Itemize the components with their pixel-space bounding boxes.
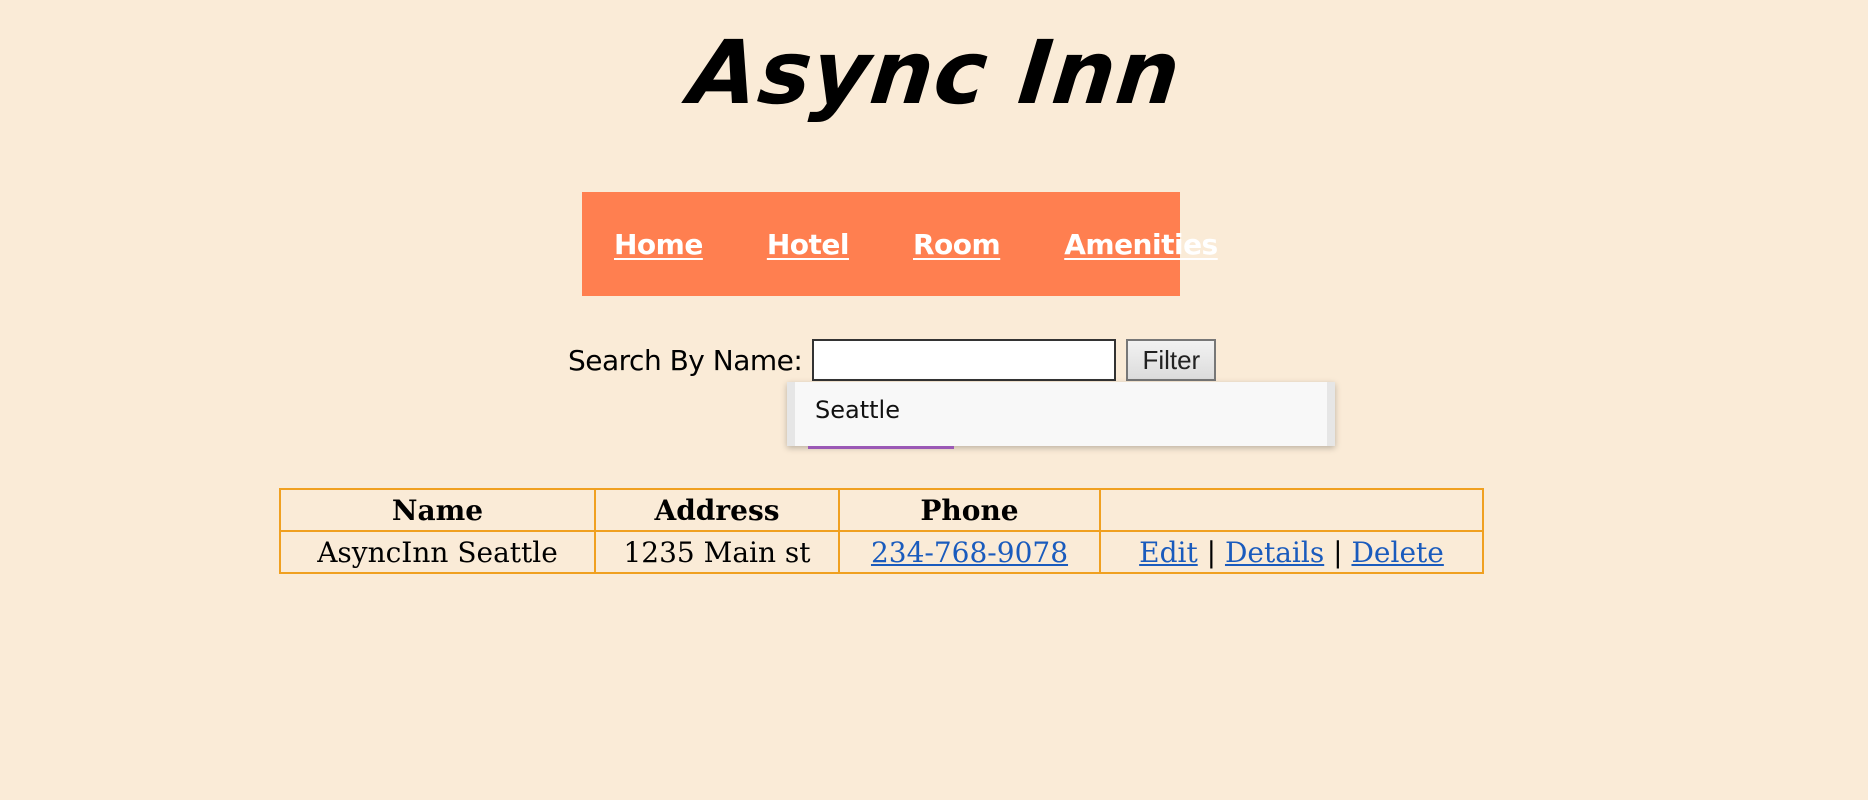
column-header-phone: Phone [838,488,1101,532]
actions-cell: Edit | Details | Delete [1099,530,1484,574]
details-link[interactable]: Details [1225,536,1324,569]
column-header-actions [1099,488,1484,532]
phone-link[interactable]: 234-768-9078 [871,536,1068,569]
delete-link[interactable]: Delete [1351,536,1443,569]
nav-link-home[interactable]: Home [614,228,703,261]
table-header-row: Name Address Phone [279,488,1484,532]
column-header-name: Name [279,488,596,532]
edit-link[interactable]: Edit [1139,536,1198,569]
main-nav: Home Hotel Room Amenities [582,192,1218,296]
link-underline-fragment [808,446,954,449]
hotel-address-cell: 1235 Main st [594,530,840,574]
search-form: Search By Name: Filter [568,338,1217,382]
nav-link-room[interactable]: Room [913,228,1001,261]
column-header-address: Address [594,488,840,532]
site-title: Async Inn [684,21,1186,124]
hotels-table: Name Address Phone AsyncInn Seattle 1235… [279,488,1484,574]
nav-link-hotel[interactable]: Hotel [767,228,850,261]
hotel-name-cell: AsyncInn Seattle [279,530,596,574]
nav-link-amenities[interactable]: Amenities [1064,228,1218,261]
search-label: Search By Name: [568,343,803,377]
filter-button[interactable]: Filter [1126,339,1217,381]
autocomplete-option-seattle[interactable]: Seattle [815,396,900,424]
search-input[interactable] [812,339,1117,381]
hotel-phone-cell: 234-768-9078 [838,530,1101,574]
autocomplete-scrollbar[interactable] [1327,382,1335,446]
action-separator: | [1333,535,1343,569]
action-separator: | [1206,535,1217,569]
autocomplete-dropdown: Seattle [787,382,1335,446]
table-row: AsyncInn Seattle 1235 Main st 234-768-90… [279,530,1484,574]
